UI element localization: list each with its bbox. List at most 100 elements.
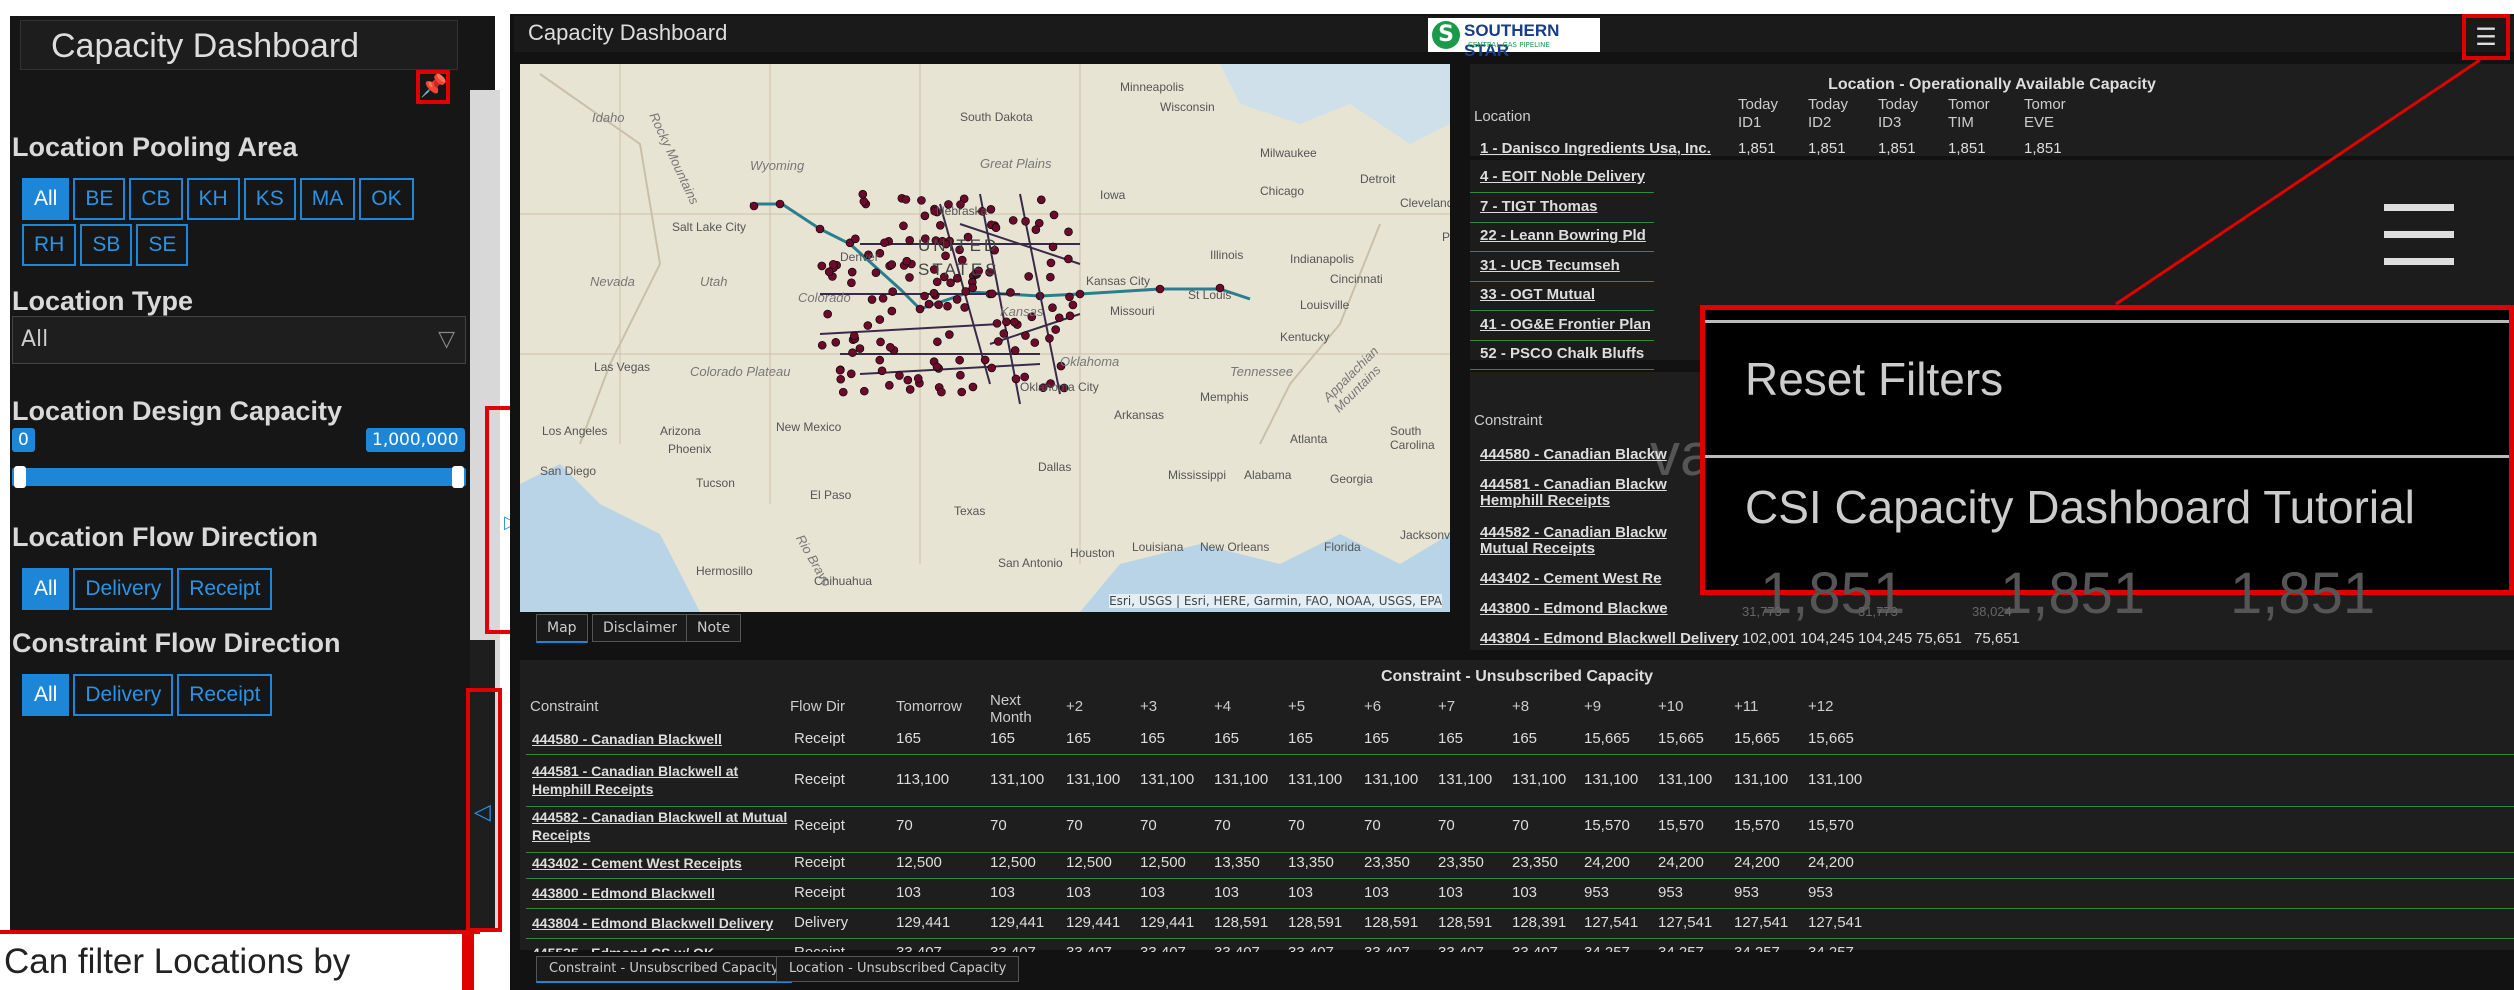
cflow-receipt-button[interactable]: Receipt	[177, 674, 273, 716]
location-point[interactable]	[847, 267, 857, 277]
tab-map[interactable]: Map	[536, 614, 588, 643]
location-point[interactable]	[901, 195, 911, 204]
chevron-left-icon[interactable]: ◁	[474, 800, 491, 825]
constraint-link[interactable]: 443800 - Edmond Blackwe	[1480, 600, 1668, 617]
tab-constraint-unsubscribed[interactable]: Constraint - Unsubscribed Capacity	[536, 956, 792, 983]
constraint-link[interactable]: 443804 - Edmond Blackwell Delivery	[532, 914, 792, 932]
location-link[interactable]: 1 - Danisco Ingredients Usa, Inc.	[1480, 140, 1711, 157]
constraint-link[interactable]: 443402 - Cement West Receipts	[532, 854, 792, 872]
pool-ok-button[interactable]: OK	[359, 178, 414, 220]
location-point[interactable]	[838, 387, 848, 397]
location-point[interactable]	[905, 385, 915, 394]
location-point[interactable]	[1046, 272, 1055, 282]
location-point[interactable]	[920, 211, 930, 221]
location-point[interactable]	[987, 363, 996, 373]
cflow-delivery-button[interactable]: Delivery	[73, 674, 174, 716]
location-point[interactable]	[895, 371, 904, 380]
pool-cb-button[interactable]: CB	[129, 178, 183, 220]
location-point[interactable]	[887, 306, 897, 316]
location-point[interactable]	[994, 337, 1003, 346]
location-point[interactable]	[828, 260, 838, 269]
location-link[interactable]: 22 - Leann Bowring Pld	[1480, 227, 1646, 247]
location-point[interactable]	[934, 300, 943, 309]
menu-item-reset-filters[interactable]: Reset Filters	[1745, 352, 2003, 406]
location-point[interactable]	[1021, 331, 1030, 340]
constraint-link[interactable]: 444580 - Canadian Blackwell	[532, 730, 792, 748]
location-point[interactable]	[957, 387, 967, 397]
location-point[interactable]	[913, 374, 923, 383]
location-point[interactable]	[871, 268, 881, 278]
tab-location-unsubscribed[interactable]: Location - Unsubscribed Capacity	[776, 956, 1020, 982]
pool-all-button[interactable]: All	[22, 178, 70, 220]
tab-disclaimer[interactable]: Disclaimer	[592, 614, 689, 642]
pool-ks-button[interactable]: KS	[243, 178, 296, 220]
location-link[interactable]: 7 - TIGT Thomas	[1480, 198, 1598, 218]
location-point[interactable]	[903, 375, 913, 385]
location-point[interactable]	[917, 196, 926, 205]
location-point[interactable]	[849, 331, 859, 341]
location-point[interactable]	[836, 374, 846, 384]
flow-receipt-button[interactable]: Receipt	[177, 568, 273, 610]
location-point[interactable]	[887, 260, 897, 269]
location-point[interactable]	[867, 295, 877, 304]
capacity-slider[interactable]	[12, 468, 466, 486]
flow-delivery-button[interactable]: Delivery	[73, 568, 174, 610]
location-point[interactable]	[885, 380, 894, 390]
location-point[interactable]	[1048, 242, 1058, 252]
location-point[interactable]	[932, 362, 942, 372]
location-point[interactable]	[880, 238, 889, 248]
location-point[interactable]	[1065, 292, 1074, 302]
location-point[interactable]	[943, 301, 952, 311]
constraint-link[interactable]: 444581 - Canadian Blackw	[1480, 476, 1667, 493]
flow-all-button[interactable]: All	[22, 568, 70, 610]
constraint-link[interactable]: 443402 - Cement West Re	[1480, 570, 1661, 587]
location-point[interactable]	[1036, 195, 1046, 205]
location-point[interactable]	[920, 291, 929, 301]
pool-kh-button[interactable]: KH	[186, 178, 240, 220]
location-point[interactable]	[1008, 216, 1018, 225]
location-point[interactable]	[1045, 334, 1054, 343]
location-point[interactable]	[1021, 217, 1030, 226]
constraint-link[interactable]: 443800 - Edmond Blackwell	[532, 884, 792, 902]
location-point[interactable]	[987, 289, 997, 299]
location-point[interactable]	[858, 189, 868, 199]
location-point[interactable]	[835, 365, 845, 375]
location-point[interactable]	[860, 386, 869, 396]
location-point[interactable]	[1002, 317, 1011, 327]
location-point[interactable]	[1010, 346, 1020, 355]
location-point[interactable]	[929, 288, 939, 298]
location-point[interactable]	[817, 340, 827, 350]
location-point[interactable]	[905, 273, 914, 282]
location-type-select[interactable]: All ▽	[12, 316, 466, 364]
location-point[interactable]	[817, 261, 827, 271]
location-point[interactable]	[1030, 338, 1040, 347]
pool-sb-button[interactable]: SB	[80, 224, 133, 266]
location-link[interactable]: 41 - OG&E Frontier Plant	[1480, 316, 1650, 336]
location-point[interactable]	[878, 294, 888, 303]
location-point[interactable]	[899, 221, 908, 231]
location-point[interactable]	[1006, 288, 1015, 297]
location-point[interactable]	[955, 355, 964, 365]
menu-item-tutorial[interactable]: CSI Capacity Dashboard Tutorial	[1745, 480, 2415, 534]
location-point[interactable]	[875, 355, 885, 365]
location-point[interactable]	[831, 338, 841, 347]
constraint-link[interactable]: Mutual Receipts	[1480, 540, 1595, 557]
location-link[interactable]: 4 - EOIT Noble Delivery	[1480, 168, 1645, 188]
location-point[interactable]	[1048, 303, 1057, 312]
constraint-link[interactable]: Hemphill Receipts	[1480, 492, 1610, 509]
location-point[interactable]	[823, 309, 832, 319]
constraint-link[interactable]: 444582 - Canadian Blackwell at Mutual Re…	[532, 808, 792, 844]
constraint-link[interactable]: 444582 - Canadian Blackw	[1480, 524, 1667, 541]
pool-ma-button[interactable]: MA	[299, 178, 356, 220]
location-point[interactable]	[1065, 311, 1075, 321]
location-point[interactable]	[933, 337, 942, 347]
location-point[interactable]	[1031, 225, 1041, 234]
slider-min-thumb[interactable]	[14, 466, 26, 488]
location-point[interactable]	[946, 278, 955, 288]
pool-rh-button[interactable]: RH	[22, 224, 77, 266]
location-point[interactable]	[1064, 254, 1073, 264]
location-point[interactable]	[905, 236, 915, 245]
location-point[interactable]	[875, 315, 885, 324]
location-link[interactable]: 33 - OGT Mutual	[1480, 286, 1595, 306]
pool-be-button[interactable]: BE	[73, 178, 126, 220]
